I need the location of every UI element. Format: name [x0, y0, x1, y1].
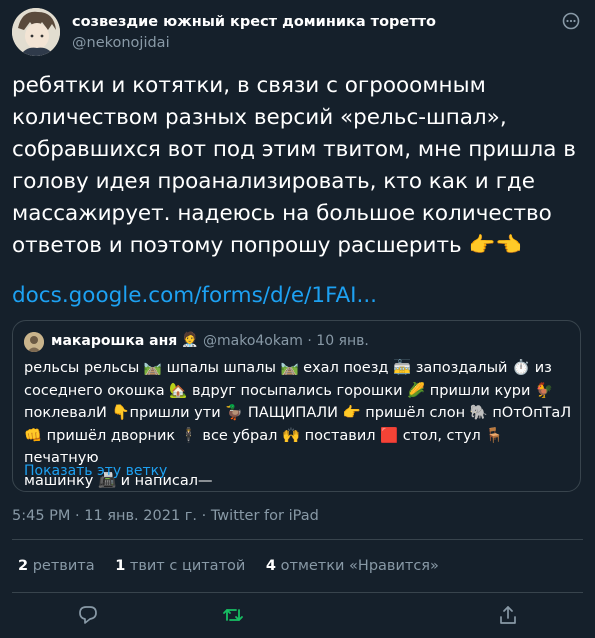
author-name[interactable]: созвездие южный крест доминика торетто	[72, 14, 436, 30]
tweet-header: созвездие южный крест доминика торетто @…	[12, 8, 584, 58]
retweets-stat[interactable]: 2 ретвита	[18, 558, 95, 574]
quote-author-name: макарошка аня	[51, 333, 178, 349]
tweet-stats: 2 ретвита 1 твит с цитатой 4 отметки «Нр…	[18, 558, 455, 574]
action-bar	[0, 600, 595, 630]
quote-name-emoji: 🧑‍⚕️	[181, 332, 199, 348]
quotes-stat[interactable]: 1 твит с цитатой	[115, 558, 245, 574]
tweet-text: ребятки и котятки, в связи с огрооомным …	[12, 73, 576, 258]
divider	[12, 592, 583, 593]
quote-handle-date: @mako4okam · 10 янв.	[203, 333, 369, 349]
tweet-link[interactable]: docs.google.com/forms/d/e/1FAI...	[12, 283, 377, 308]
share-icon[interactable]	[497, 604, 519, 626]
divider	[12, 539, 583, 540]
reply-icon[interactable]	[77, 604, 99, 626]
author-avatar[interactable]	[12, 8, 60, 56]
quoted-tweet[interactable]: макарошка аня 🧑‍⚕️ @mako4okam · 10 янв. …	[12, 320, 581, 492]
show-thread-link[interactable]: Показать эту ветку	[24, 463, 167, 479]
more-icon[interactable]	[562, 12, 580, 30]
retweet-icon[interactable]	[222, 604, 244, 626]
tweet-timestamp[interactable]: 5:45 PM · 11 янв. 2021 г. · Twitter for …	[12, 508, 319, 524]
quote-avatar	[24, 332, 44, 352]
author-handle[interactable]: @nekonojidai	[72, 35, 170, 51]
likes-stat[interactable]: 4 отметки «Нравится»	[266, 558, 439, 574]
